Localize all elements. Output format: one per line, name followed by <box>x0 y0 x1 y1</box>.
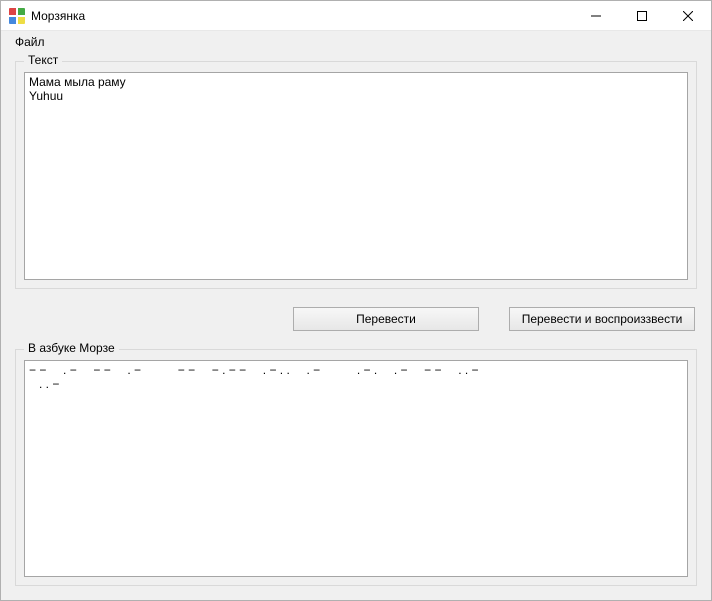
group-text: Текст <box>15 61 697 289</box>
minimize-button[interactable] <box>573 1 619 31</box>
group-text-legend: Текст <box>24 53 62 67</box>
buttons-row: Перевести Перевести и воспроиззвести <box>15 289 697 349</box>
translate-button[interactable]: Перевести <box>293 307 479 331</box>
group-morse-legend: В азбуке Морзе <box>24 341 119 355</box>
morse-output[interactable] <box>24 360 688 577</box>
menubar: Файл <box>1 31 711 53</box>
maximize-button[interactable] <box>619 1 665 31</box>
group-morse: В азбуке Морзе <box>15 349 697 586</box>
client-area: Текст Перевести Перевести и воспроиззвес… <box>1 53 711 600</box>
translate-play-button[interactable]: Перевести и воспроиззвести <box>509 307 695 331</box>
text-input[interactable] <box>24 72 688 280</box>
titlebar: Морзянка <box>1 1 711 31</box>
app-icon <box>9 8 25 24</box>
close-button[interactable] <box>665 1 711 31</box>
window-title: Морзянка <box>31 9 85 23</box>
app-window: Морзянка Файл Текст Перевести Перевести … <box>0 0 712 601</box>
menu-file[interactable]: Файл <box>7 33 53 51</box>
morse-output-wrap <box>24 360 688 577</box>
